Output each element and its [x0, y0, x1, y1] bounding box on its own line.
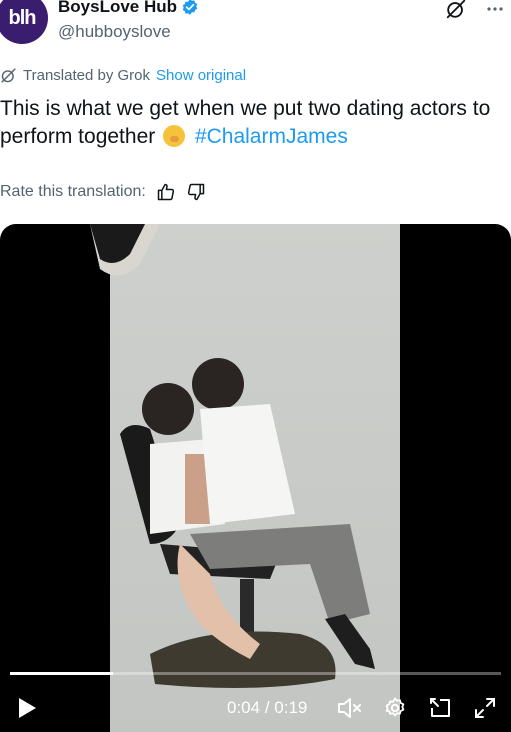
tweet-text: This is what we get when we put two dati… [0, 95, 511, 151]
studio-lamp [90, 224, 160, 276]
grok-icon [1, 68, 16, 83]
video-frame [110, 224, 400, 732]
face-with-hand-over-mouth-emoji [163, 125, 186, 147]
video-controls: 0:04 / 0:19 [0, 692, 511, 728]
rate-translation: Rate this translation: [0, 182, 206, 202]
verified-badge-icon [182, 0, 198, 15]
time-separator: / [264, 698, 270, 717]
settings-gear-icon[interactable] [383, 696, 407, 720]
author-name-row: BoysLove Hub [58, 0, 199, 17]
handle[interactable]: @hubboyslove [58, 22, 171, 42]
top-actions [445, 0, 505, 20]
avatar[interactable]: blh [0, 0, 48, 44]
progress-fill [10, 672, 114, 675]
display-name[interactable]: BoysLove Hub [58, 0, 177, 17]
fullscreen-icon[interactable] [473, 696, 497, 720]
mute-icon[interactable] [336, 696, 362, 720]
hashtag-link[interactable]: #ChalarmJames [195, 125, 348, 148]
more-icon[interactable] [485, 0, 505, 19]
show-original-link[interactable]: Show original [156, 67, 246, 84]
video-player[interactable]: 0:04 / 0:19 [0, 224, 511, 732]
translated-label: Translated by Grok [23, 67, 150, 84]
thumbs-down-icon[interactable] [186, 182, 206, 202]
rate-label: Rate this translation: [0, 183, 146, 200]
play-icon[interactable] [16, 696, 38, 720]
current-time: 0:04 [227, 698, 261, 717]
video-time: 0:04 / 0:19 [227, 698, 307, 718]
duration: 0:19 [274, 698, 308, 717]
progress-bar[interactable] [10, 672, 501, 675]
thumbs-up-icon[interactable] [156, 182, 176, 202]
translation-info: Translated by Grok Show original [0, 67, 246, 84]
avatar-text: blh [8, 6, 37, 29]
picture-in-picture-icon[interactable] [428, 696, 452, 720]
grok-icon[interactable] [445, 0, 467, 20]
